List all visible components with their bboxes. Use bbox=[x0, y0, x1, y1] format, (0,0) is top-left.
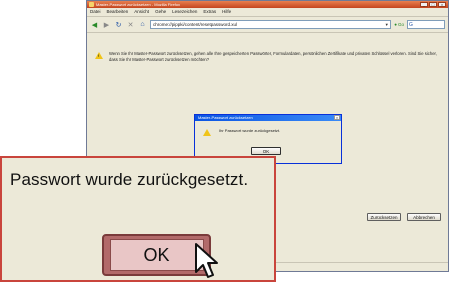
zoom-callout: Passwort wurde zurückgesetzt. OK bbox=[0, 156, 276, 282]
dialog-warning-icon bbox=[203, 129, 211, 136]
menu-bearbeiten[interactable]: Bearbeiten bbox=[107, 8, 129, 16]
forward-icon[interactable]: ▶ bbox=[102, 20, 111, 29]
menu-gehe[interactable]: Gehe bbox=[155, 8, 166, 16]
minimize-button[interactable]: _ bbox=[420, 2, 428, 7]
maximize-button[interactable]: □ bbox=[429, 2, 437, 7]
firefox-icon bbox=[89, 2, 94, 7]
menu-ansicht[interactable]: Ansicht bbox=[134, 8, 149, 16]
chevron-down-icon[interactable]: ▼ bbox=[384, 22, 389, 27]
close-button[interactable]: × bbox=[438, 2, 446, 7]
menu-hilfe[interactable]: Hilfe bbox=[222, 8, 231, 16]
url-input[interactable]: chrome://pippki/content/resetpassword.xu… bbox=[150, 20, 392, 29]
go-button[interactable]: ● Go bbox=[394, 22, 404, 27]
window-controls: _ □ × bbox=[420, 2, 446, 7]
url-text: chrome://pippki/content/resetpassword.xu… bbox=[153, 22, 238, 27]
search-input[interactable]: G bbox=[407, 20, 445, 29]
title-bar: Master-Passwort zurücksetzen - Mozilla F… bbox=[87, 1, 448, 8]
zoom-ok-label: OK bbox=[109, 239, 204, 271]
home-icon[interactable]: ⌂ bbox=[138, 20, 147, 29]
warning-icon bbox=[95, 52, 103, 59]
menu-bar: Datei Bearbeiten Ansicht Gehe Lesezeiche… bbox=[87, 8, 448, 17]
search-engine-icon: G bbox=[409, 22, 413, 28]
cancel-button[interactable]: Abbrechen bbox=[407, 213, 441, 221]
menu-lesezeichen[interactable]: Lesezeichen bbox=[172, 8, 197, 16]
dialog-message: Ihr Passwort wurde zurückgesetzt. bbox=[219, 128, 281, 133]
window-title: Master-Passwort zurücksetzen - Mozilla F… bbox=[96, 2, 181, 7]
dialog-title-bar: Master-Passwort zurücksetzen × bbox=[195, 115, 341, 121]
menu-datei[interactable]: Datei bbox=[90, 8, 101, 16]
back-icon[interactable]: ◀ bbox=[90, 20, 99, 29]
menu-extras[interactable]: Extras bbox=[203, 8, 216, 16]
stop-icon[interactable]: ✕ bbox=[126, 20, 135, 29]
go-label: Go bbox=[397, 22, 404, 27]
dialog-ok-button[interactable]: OK bbox=[251, 147, 281, 155]
navigation-toolbar: ◀ ▶ ↻ ✕ ⌂ chrome://pippki/content/resetp… bbox=[87, 17, 448, 33]
dialog-title: Master-Passwort zurücksetzen bbox=[198, 115, 253, 120]
mouse-cursor-icon bbox=[195, 243, 218, 278]
reset-button[interactable]: Zurücksetzen bbox=[367, 213, 401, 221]
zoom-message: Passwort wurde zurückgesetzt. bbox=[10, 170, 249, 189]
go-icon: ● bbox=[394, 22, 397, 27]
reload-icon[interactable]: ↻ bbox=[114, 20, 123, 29]
warning-message: Wenn Sie Ihr Master-Passwort zurücksetze… bbox=[109, 51, 437, 62]
dialog-close-button[interactable]: × bbox=[334, 115, 340, 120]
